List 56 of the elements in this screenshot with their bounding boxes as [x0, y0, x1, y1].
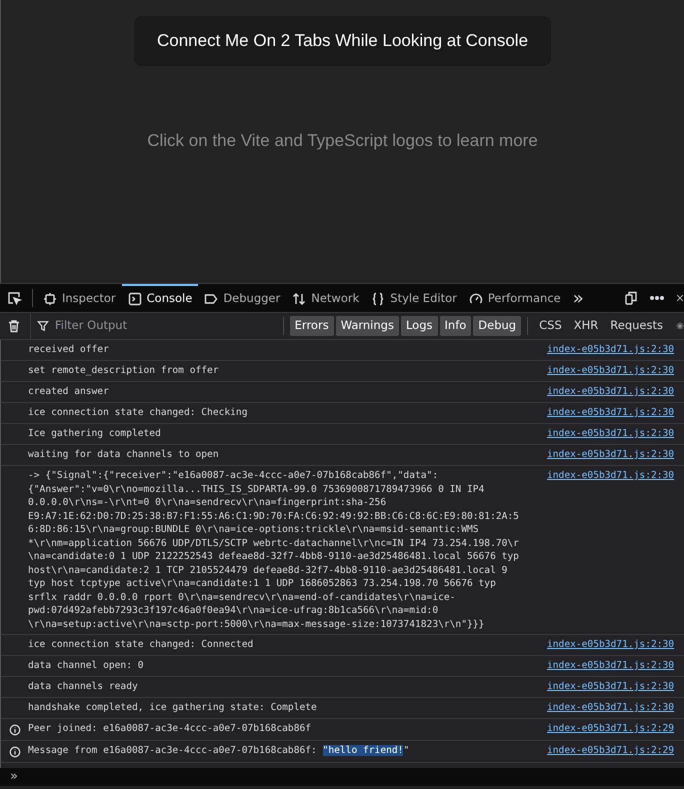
level-toggle[interactable]: Warnings — [336, 316, 399, 336]
level-toggle[interactable]: Logs — [400, 316, 438, 336]
source-link[interactable]: index-e05b3d71.js:2:30 — [547, 406, 684, 420]
info-icon — [8, 723, 20, 737]
hint-text: Click on the Vite and TypeScript logos to learn more — [147, 130, 538, 152]
devtools-tab[interactable]: Debugger — [198, 284, 286, 312]
source-link[interactable]: index-e05b3d71.js:2:30 — [547, 701, 684, 715]
devtools-tab[interactable]: Performance — [462, 284, 567, 312]
console-icon — [128, 292, 142, 306]
filter-icon — [37, 319, 49, 333]
debugger-icon — [204, 292, 218, 306]
responsive-icon — [624, 291, 638, 305]
trash-icon — [6, 319, 22, 333]
filter-field[interactable]: Filter Output — [53, 316, 223, 336]
source-link[interactable]: index-e05b3d71.js:2:30 — [547, 448, 684, 462]
devtools-tab[interactable]: Network — [286, 284, 366, 312]
console-message: ice connection state changed: Connected — [28, 638, 254, 652]
overflow-chevron[interactable]: » — [566, 284, 590, 312]
console-message: received offer — [28, 343, 110, 357]
console-message: ice connection state changed: Checking — [28, 406, 248, 420]
prompt-chevron[interactable]: » — [10, 769, 18, 784]
type-toggle[interactable]: CSS — [534, 316, 567, 336]
level-toggle[interactable]: Info — [440, 316, 472, 336]
source-link[interactable]: index-e05b3d71.js:2:30 — [547, 680, 684, 694]
source-link[interactable]: index-e05b3d71.js:2:30 — [547, 364, 684, 378]
console-message: Message from e16a0087-ac3e-4ccc-a0e7-07b168cab86f: "hello friend!" — [28, 744, 410, 758]
source-link[interactable]: index-e05b3d71.js:2:29 — [547, 744, 684, 759]
source-link[interactable]: index-e05b3d71.js:2:29 — [547, 722, 684, 737]
console-message: handshake completed, ice gathering state: Complete — [28, 701, 318, 715]
gauge-icon — [468, 292, 483, 306]
console-message: data channels ready — [28, 680, 139, 694]
source-link[interactable]: index-e05b3d71.js:2:30 — [547, 385, 684, 399]
console-message: data channel open: 0 — [28, 659, 145, 673]
devtools-tab[interactable]: Style Editor — [365, 284, 463, 312]
level-toggle[interactable]: Errors — [290, 316, 334, 336]
connect-button[interactable]: Connect Me On 2 Tabs While Looking at Console — [134, 16, 552, 66]
devtools-tab[interactable]: Inspector — [37, 284, 122, 312]
picker-icon[interactable] — [6, 291, 22, 305]
info-icon — [8, 745, 20, 759]
inspector-icon — [43, 292, 57, 306]
source-link[interactable]: index-e05b3d71.js:2:30 — [547, 427, 684, 441]
source-link[interactable]: index-e05b3d71.js:2:30 — [547, 469, 684, 631]
type-toggle[interactable]: Requests — [605, 316, 668, 336]
type-toggle[interactable]: XHR — [568, 316, 604, 336]
source-link[interactable]: index-e05b3d71.js:2:30 — [547, 343, 684, 357]
source-link[interactable]: index-e05b3d71.js:2:30 — [547, 638, 684, 652]
arrows-icon — [292, 292, 306, 306]
console-message: created answer — [28, 385, 110, 399]
braces-icon — [371, 292, 386, 306]
level-toggle[interactable]: Debug — [473, 316, 522, 336]
console-message: Ice gathering completed — [28, 427, 162, 441]
console-message: Peer joined: e16a0087-ac3e-4ccc-a0e7-07b168cab86f — [28, 722, 312, 736]
console-message: set remote_description from offer — [28, 364, 220, 378]
console-message: waiting for data channels to open — [28, 448, 220, 462]
console-message: -> {"Signal":{"receiver":"e16a0087-ac3e-4ccc-a0e7-07b168cab86f","data": {"Answer":"v=0\r\no=mozilla...THIS_IS_SDPARTA-99.0 7536900871789473966 0 IN IP4 0.0.0.0\r\ns=-\r\nt=0 0\r\na=sendrecv\r\na=fingerprint:sha-256 E9:A7:1E:62:D0:7D:25:38:B7:F1:55:A6:C1:9D:70:FA:C6:92:49:92:BB:C6:C8:6C:E9:80:81:2A:5 6:8D:86:15\r\na=group:BUNDLE 0\r\na=ice-options:trickle\r\na=msid-semantic:WMS *\r\nm=application 56676 UDP/DTLS/SCTP webrtc-datachannel\r\nc=IN IP4 73.254.198.70\r \na=candidate:0 1 UDP 2122252543 defeae8d-32f7-4bb8-9110-ae3d25486481.local 56676 typ host\r\na=candidate:2 1 TCP 2105524479 defeae8d-32f7-4bb8-9110-ae3d25486481.local 9 typ host tcptype active\r\na=candidate:1 1 UDP 1686052863 73.254.198.70 56676 typ srflx raddr 0.0.0.0 rport 0\r\na=sendrecv\r\na=end-of-candidates\r\na=ice- pwd:07d492afebb7293c3f197c46a0f0ea94\r\na=ice-ufrag:8b1ca566\r\na=mid:0 \r\na=setup:active\r\na=sctp-port:5000\r\na=max-message-size:1073741823\r\n"}}} — [28, 469, 520, 631]
source-link[interactable]: index-e05b3d71.js:2:30 — [547, 659, 684, 673]
